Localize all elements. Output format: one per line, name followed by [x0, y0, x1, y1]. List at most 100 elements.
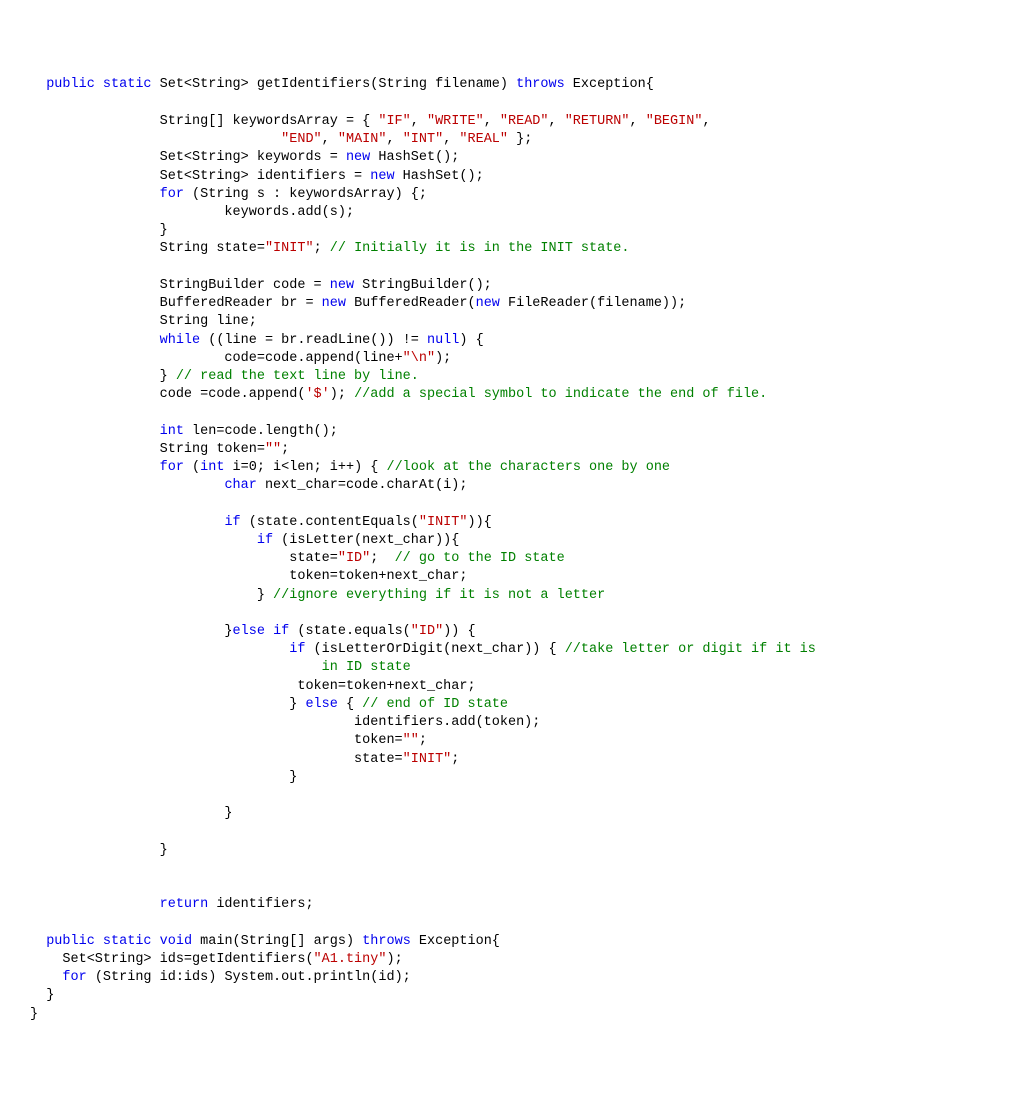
code-text: }: [30, 697, 305, 712]
code-text: token=: [30, 733, 403, 748]
code-text: String token=: [30, 442, 265, 457]
line-16: code =code.append('$'); //add a special …: [30, 387, 767, 402]
code-text: [95, 934, 103, 949]
code-text: Exception{: [565, 77, 654, 92]
keyword-if: if: [257, 533, 273, 548]
keyword-if: if: [224, 515, 240, 530]
string-literal: "REAL": [459, 132, 508, 147]
line-3: "END", "MAIN", "INT", "REAL" };: [30, 132, 532, 147]
code-text: Set<String> ids=getIdentifiers(: [30, 952, 314, 967]
comment: //look at the characters one by one: [386, 460, 670, 475]
code-text: ,: [386, 132, 402, 147]
code-text: String state=: [30, 241, 265, 256]
code-text: ) {: [459, 333, 483, 348]
string-literal: "END": [281, 132, 322, 147]
comment: // go to the ID state: [395, 551, 565, 566]
code-listing: public static Set<String> getIdentifiers…: [30, 76, 994, 1023]
keyword-new: new: [476, 296, 500, 311]
code-text: Set<String> keywords =: [30, 150, 346, 165]
code-text: String line;: [30, 314, 257, 329]
keyword-public: public: [46, 77, 95, 92]
code-text: }: [30, 1007, 38, 1022]
keyword-int: int: [160, 424, 184, 439]
keyword-new: new: [370, 169, 394, 184]
string-literal: "IF": [378, 114, 410, 129]
keyword-static: static: [103, 77, 152, 92]
code-text: ,: [411, 114, 427, 129]
keyword-public: public: [46, 934, 95, 949]
line-30: } else { // end of ID state: [30, 697, 508, 712]
code-text: (state.equals(: [289, 624, 411, 639]
code-text: identifiers.add(token);: [30, 715, 540, 730]
code-text: );: [330, 387, 354, 402]
code-text: );: [435, 351, 451, 366]
code-text: String[] keywordsArray = {: [30, 114, 378, 129]
code-text: keywords.add(s);: [30, 205, 354, 220]
line-17: int len=code.length();: [30, 424, 338, 439]
comment: // read the text line by line.: [176, 369, 419, 384]
line-39: Set<String> ids=getIdentifiers("A1.tiny"…: [30, 952, 403, 967]
string-literal: "BEGIN": [646, 114, 703, 129]
code-text: BufferedReader br =: [30, 296, 322, 311]
keyword-new: new: [346, 150, 370, 165]
line-10: StringBuilder code = new StringBuilder()…: [30, 278, 492, 293]
code-text: i=0; i<len; i++) {: [224, 460, 386, 475]
string-literal: "INIT": [403, 752, 452, 767]
line-26: }else if (state.equals("ID")) {: [30, 624, 476, 639]
code-text: (String s : keywordsArray) {;: [184, 187, 427, 202]
keyword-throws: throws: [516, 77, 565, 92]
code-text: }: [30, 843, 168, 858]
code-text: };: [508, 132, 532, 147]
code-text: (String id:ids) System.out.println(id);: [87, 970, 411, 985]
code-text: Set<String> identifiers =: [30, 169, 370, 184]
keyword-throws: throws: [362, 934, 411, 949]
code-text: StringBuilder code =: [30, 278, 330, 293]
keyword-if: if: [289, 642, 305, 657]
code-text: (state.contentEquals(: [241, 515, 419, 530]
code-text: ;: [370, 551, 394, 566]
code-text: ,: [630, 114, 646, 129]
line-19: for (int i=0; i<len; i++) { //look at th…: [30, 460, 670, 475]
line-33: state="INIT";: [30, 752, 459, 767]
code-text: (isLetterOrDigit(next_char)) {: [305, 642, 564, 657]
string-literal: "MAIN": [338, 132, 387, 147]
string-literal: "INIT": [419, 515, 468, 530]
keyword-else: else: [305, 697, 337, 712]
line-8: }: [30, 223, 168, 238]
code-text: ;: [419, 733, 427, 748]
code-text: ;: [314, 241, 330, 256]
line-12: String line;: [30, 314, 257, 329]
line-4: Set<String> keywords = new HashSet();: [30, 150, 459, 165]
code-text: Exception{: [411, 934, 500, 949]
line-20: char next_char=code.charAt(i);: [30, 478, 467, 493]
string-literal: "INT": [403, 132, 444, 147]
line-29: token=token+next_char;: [30, 679, 476, 694]
string-literal: "RETURN": [565, 114, 630, 129]
comment: //add a special symbol to indicate the e…: [354, 387, 767, 402]
code-text: len=code.length();: [184, 424, 338, 439]
comment: in ID state: [30, 660, 411, 675]
line-34: }: [30, 770, 297, 785]
line-28: in ID state: [30, 660, 411, 675]
line-21: if (state.contentEquals("INIT")){: [30, 515, 492, 530]
keyword-for: for: [160, 460, 184, 475]
line-24: token=token+next_char;: [30, 569, 467, 584]
line-14: code=code.append(line+"\n");: [30, 351, 451, 366]
string-literal: "": [403, 733, 419, 748]
code-text: {: [338, 697, 362, 712]
code-text: }: [30, 770, 297, 785]
keyword-new: new: [322, 296, 346, 311]
code-text: )){: [467, 515, 491, 530]
line-31: identifiers.add(token);: [30, 715, 540, 730]
code-text: state=: [30, 752, 403, 767]
keyword-void: void: [160, 934, 192, 949]
code-text: }: [30, 988, 54, 1003]
line-42: }: [30, 1007, 38, 1022]
code-text: )) {: [443, 624, 475, 639]
keyword-new: new: [330, 278, 354, 293]
line-40: for (String id:ids) System.out.println(i…: [30, 970, 411, 985]
code-text: }: [30, 223, 168, 238]
code-text: [152, 934, 160, 949]
string-literal: "INIT": [265, 241, 314, 256]
code-text: ;: [451, 752, 459, 767]
